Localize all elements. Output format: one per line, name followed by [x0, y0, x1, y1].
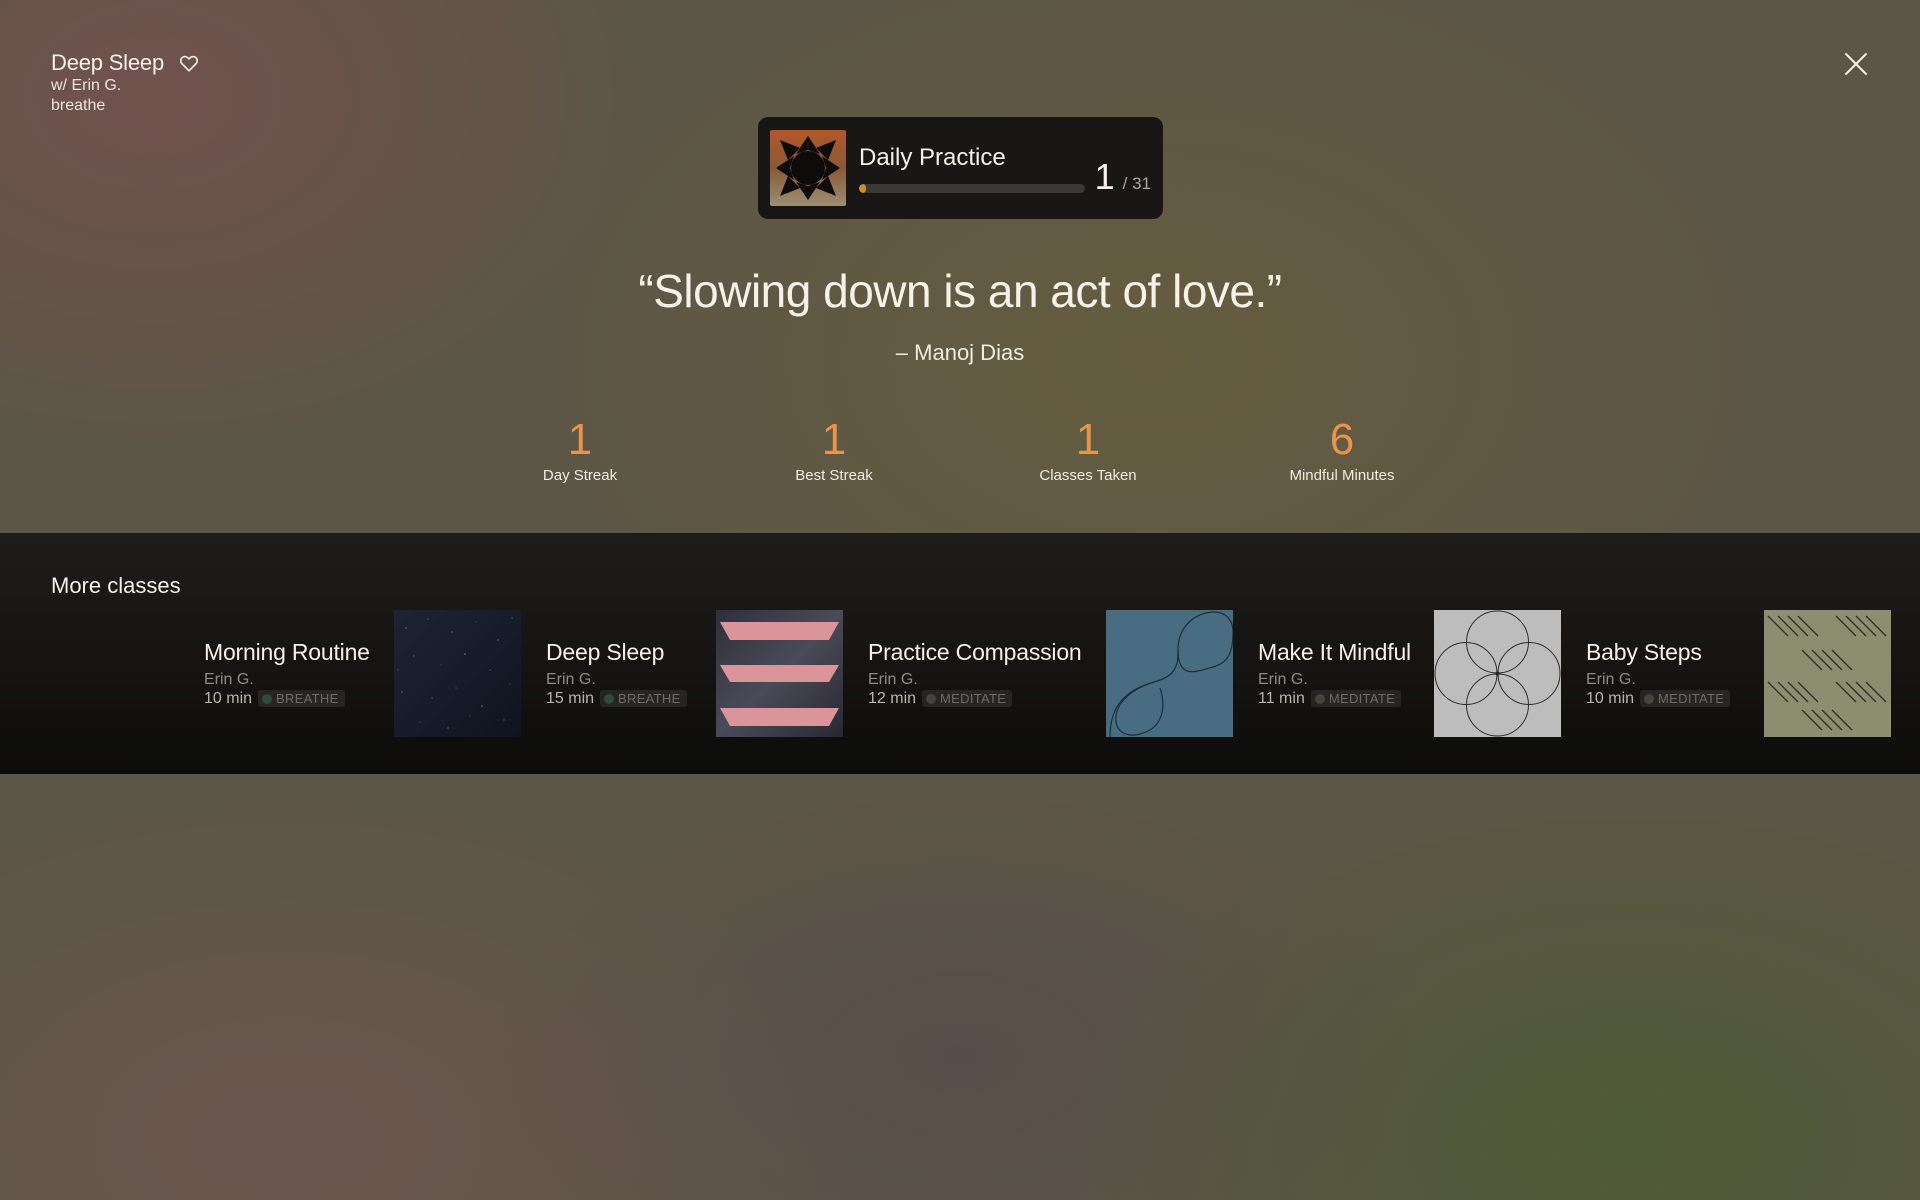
close-icon[interactable]	[1842, 50, 1870, 78]
class-thumbnail	[394, 609, 521, 737]
stat-label: Best Streak	[795, 467, 873, 484]
class-duration: 15 min	[546, 689, 595, 707]
category-badge: BREATHE	[258, 690, 345, 707]
class-instructor: Erin G.	[1586, 670, 1636, 688]
stat-label: Classes Taken	[1039, 467, 1137, 484]
stat-label: Mindful Minutes	[1289, 467, 1395, 484]
category-label: BREATHE	[618, 691, 681, 706]
stat-classes-taken: 1 Classes Taken	[988, 415, 1188, 484]
class-thumbnail	[1434, 609, 1561, 737]
category-label: MEDITATE	[1658, 691, 1725, 706]
class-card-practice-compassion[interactable]: Practice Compassion Erin G. 12 min MEDIT…	[716, 609, 1082, 737]
daily-practice-artwork	[770, 130, 846, 206]
category-badge: MEDITATE	[1310, 690, 1402, 707]
category-dot-icon	[1314, 693, 1325, 704]
class-title: Morning Routine	[204, 638, 370, 665]
daily-practice-progress-bar	[859, 183, 1085, 193]
stat-value: 1	[1075, 415, 1101, 464]
stats-row: 1 Day Streak 1 Best Streak 1 Classes Tak…	[0, 415, 1920, 495]
class-thumbnail	[1764, 609, 1891, 737]
now-playing-instructor: w/ Erin G.	[51, 77, 122, 94]
quote-author: – Manoj Dias	[895, 340, 1025, 365]
daily-practice-current: 1	[1094, 156, 1115, 197]
class-title: Deep Sleep	[546, 638, 665, 665]
class-card-baby-steps[interactable]: Baby Steps Erin G. 10 min MEDITATE	[1434, 609, 1731, 737]
category-dot-icon	[604, 693, 615, 704]
category-dot-icon	[926, 693, 937, 704]
class-duration: 10 min	[204, 689, 253, 707]
class-duration: 12 min	[868, 689, 917, 707]
class-card-make-it-mindful[interactable]: Make It Mindful Erin G. 11 min MEDITATE	[1106, 609, 1411, 737]
class-instructor: Erin G.	[1258, 670, 1308, 688]
stat-label: Day Streak	[542, 467, 618, 484]
class-instructor: Erin G.	[204, 670, 254, 688]
stat-best-streak: 1 Best Streak	[734, 415, 934, 484]
now-playing-info: Deep Sleep w/ Erin G. breathe	[51, 50, 200, 116]
category-label: MEDITATE	[1328, 691, 1396, 706]
stat-value: 6	[1329, 415, 1355, 464]
class-duration: 10 min	[1586, 689, 1635, 707]
daily-practice-counter: 1 / 31	[1095, 156, 1151, 198]
more-classes-title: More classes	[51, 573, 181, 598]
category-label: BREATHE	[276, 691, 339, 706]
now-playing-category: breathe	[51, 97, 106, 114]
stat-mindful-minutes: 6 Mindful Minutes	[1242, 415, 1442, 484]
class-instructor: Erin G.	[868, 670, 918, 688]
category-badge: BREATHE	[600, 690, 687, 707]
stat-value: 1	[821, 415, 847, 464]
class-card-deep-sleep[interactable]: Deep Sleep Erin G. 15 min BREATHE	[394, 609, 687, 737]
category-badge: MEDITATE	[922, 690, 1013, 707]
stat-value: 1	[567, 415, 593, 464]
class-thumbnail	[1106, 609, 1233, 737]
category-dot-icon	[1644, 693, 1655, 704]
daily-practice-progress-fill	[859, 183, 867, 193]
class-thumbnail	[52, 610, 179, 737]
category-dot-icon	[262, 693, 273, 704]
daily-practice-title: Daily Practice	[859, 143, 1006, 171]
classes-carousel[interactable]: Morning Routine Erin G. 10 min BREATHE D…	[0, 609, 1920, 737]
class-card-morning-routine[interactable]: Morning Routine Erin G. 10 min BREATHE	[52, 609, 370, 737]
more-classes-section: More classes Morning Routine Erin G. 10 …	[0, 533, 1920, 774]
stat-day-streak: 1 Day Streak	[480, 415, 680, 484]
heart-icon[interactable]	[178, 52, 200, 74]
class-duration: 11 min	[1258, 689, 1305, 707]
class-title: Practice Compassion	[868, 638, 1082, 665]
category-badge: MEDITATE	[1640, 690, 1731, 707]
class-thumbnail	[716, 609, 843, 737]
class-instructor: Erin G.	[546, 670, 596, 688]
now-playing-title: Deep Sleep	[51, 50, 164, 75]
category-label: MEDITATE	[940, 691, 1007, 706]
class-title: Make It Mindful	[1258, 638, 1411, 665]
daily-practice-total: / 31	[1122, 174, 1151, 193]
class-card-partial[interactable]	[1764, 609, 1916, 737]
class-title: Baby Steps	[1586, 638, 1702, 665]
quote-text: “Slowing down is an act of love.”	[638, 265, 1282, 317]
daily-practice-card[interactable]: Daily Practice 1 / 31	[758, 117, 1163, 219]
